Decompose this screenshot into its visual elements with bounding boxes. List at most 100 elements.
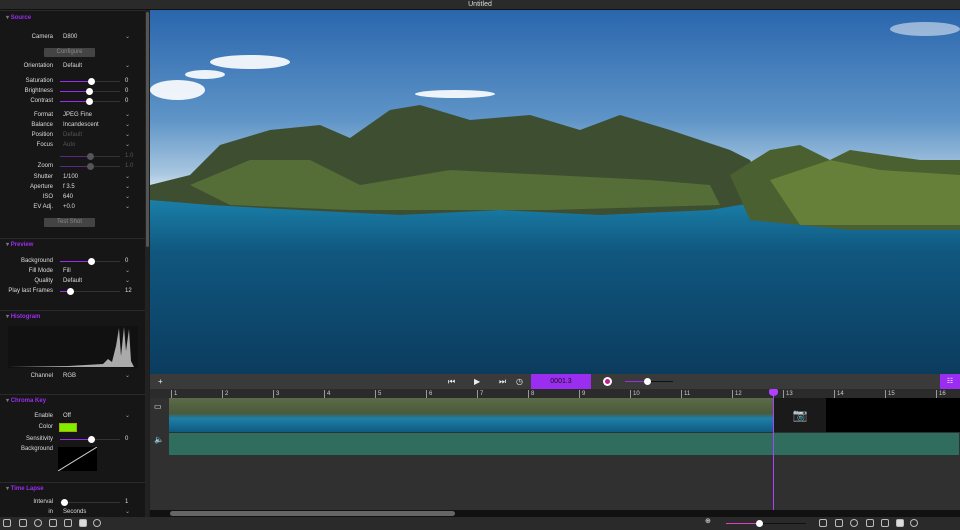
interval-row: Interval 1 — [33, 499, 129, 506]
video-clip[interactable] — [169, 398, 774, 432]
chevron-down-icon: ⌄ — [125, 373, 131, 379]
test-shot-button[interactable]: Test Shot — [44, 218, 95, 227]
playhead[interactable] — [773, 392, 774, 510]
ruler-tick: 2 — [222, 390, 228, 398]
chevron-down-icon: ⌄ — [125, 142, 131, 148]
clapper-icon[interactable] — [896, 519, 904, 527]
skip-back-icon[interactable]: ⏮ — [448, 374, 455, 389]
chevron-down-icon: ⌄ — [125, 413, 131, 419]
color-swatch[interactable] — [59, 423, 77, 432]
transport-bar: + ⏮ ▶ ⏭ ◷ 0001.3 ☷ — [150, 374, 960, 389]
focus-slider[interactable] — [60, 153, 120, 160]
chevron-down-icon: ⌄ — [125, 112, 131, 118]
ruler-tick: 8 — [528, 390, 534, 398]
video-icon[interactable] — [19, 519, 27, 527]
ruler-tick: 5 — [375, 390, 381, 398]
time-lapse-header[interactable]: Time Lapse — [6, 485, 44, 492]
clapper-icon[interactable] — [79, 519, 87, 527]
sensitivity-row: Sensitivity 0 — [25, 436, 129, 443]
contrast-row: Contrast 0 — [30, 98, 129, 105]
chroma-background-well[interactable] — [58, 447, 97, 471]
channel-select[interactable]: Channel RGB ⌄ — [0, 372, 145, 381]
settings-icon[interactable] — [910, 519, 918, 527]
focus-slider-row: 1.0 — [0, 152, 145, 161]
timeline-tracks: ▭ 📷 🔈 — [150, 398, 960, 510]
chevron-down-icon: ⌄ — [125, 204, 131, 210]
sidebar-scroll-thumb[interactable] — [146, 12, 149, 247]
play-last-slider[interactable] — [60, 288, 120, 295]
timeline-options-button[interactable]: ☷ — [940, 374, 960, 389]
ruler-tick: 16 — [936, 390, 946, 398]
source-header[interactable]: Source — [6, 14, 31, 21]
format-select[interactable]: Format JPEG Fine ⌄ — [0, 111, 145, 120]
settings-icon[interactable] — [93, 519, 101, 527]
brightness-slider[interactable] — [60, 88, 120, 95]
chevron-down-icon: ⌄ — [125, 278, 131, 284]
sensitivity-slider[interactable] — [60, 436, 120, 443]
monitor-icon[interactable] — [49, 519, 57, 527]
ruler-tick: 9 — [579, 390, 585, 398]
ruler-tick: 4 — [324, 390, 330, 398]
contrast-slider[interactable] — [60, 98, 120, 105]
chroma-key-header[interactable]: Chroma Key — [6, 397, 46, 404]
timeline-zoom-slider[interactable] — [726, 520, 806, 527]
orientation-select[interactable]: Orientation Default ⌄ — [0, 62, 145, 71]
layers-icon[interactable] — [881, 519, 889, 527]
preview-section: Preview Background0 Fill ModeFill⌄ Quali… — [0, 238, 145, 310]
play-icon[interactable]: ▶ — [474, 374, 480, 389]
zoom-slider[interactable] — [60, 163, 120, 170]
eye-icon[interactable] — [850, 519, 858, 527]
chevron-down-icon: ⌄ — [125, 132, 131, 138]
configure-button[interactable]: Configure — [44, 48, 95, 57]
camera-select[interactable]: Camera D800 ⌄ — [0, 33, 145, 42]
layers-icon[interactable] — [64, 519, 72, 527]
iso-select[interactable]: ISO 640 ⌄ — [0, 193, 145, 202]
zoom-icon[interactable]: ⊕ — [705, 514, 711, 529]
frame-counter[interactable]: 0001.3 — [531, 374, 591, 389]
timeline-scroll-thumb[interactable] — [170, 511, 455, 516]
play-last-row: Play last Frames 12 — [8, 288, 132, 295]
fill-mode-select[interactable]: Fill Mode Fill ⌄ — [0, 267, 145, 276]
time-lapse-section: Time Lapse Interval1 inSeconds⌄ — [0, 482, 145, 517]
background-row: Background 0 — [20, 258, 129, 265]
position-select[interactable]: Position Default ⌄ — [0, 131, 145, 140]
audio-clip[interactable] — [169, 433, 959, 455]
camera-icon[interactable]: 📷 — [774, 398, 826, 432]
ev-select[interactable]: EV Adj. +0.0 ⌄ — [0, 203, 145, 212]
shutter-select[interactable]: Shutter 1/100 ⌄ — [0, 173, 145, 182]
add-track-button[interactable]: + — [158, 374, 163, 389]
ruler-tick: 15 — [885, 390, 895, 398]
preview-header[interactable]: Preview — [6, 241, 34, 248]
timeline-ruler[interactable]: 1 2 3 4 5 6 7 8 9 10 11 12 13 14 15 16 — [150, 389, 960, 398]
chevron-down-icon: ⌄ — [125, 34, 131, 40]
chevron-down-icon: ⌄ — [125, 184, 131, 190]
ruler-tick: 14 — [834, 390, 844, 398]
chroma-key-section: Chroma Key EnableOff⌄ Color Sensitivity0… — [0, 394, 145, 482]
eye-icon[interactable] — [34, 519, 42, 527]
video-icon[interactable] — [835, 519, 843, 527]
interval-unit-select[interactable]: in Seconds ⌄ — [0, 507, 145, 517]
bottom-toolbar: ⊕ — [0, 517, 960, 530]
speed-slider[interactable] — [625, 378, 673, 385]
camera-icon[interactable] — [819, 519, 827, 527]
clock-icon[interactable]: ◷ — [516, 374, 523, 389]
monitor-icon[interactable] — [866, 519, 874, 527]
enable-select[interactable]: Enable Off ⌄ — [0, 412, 145, 421]
chevron-down-icon: ⌄ — [125, 122, 131, 128]
source-section: Source CameraD800⌄ Configure Orientation… — [0, 10, 145, 238]
quality-select[interactable]: Quality Default ⌄ — [0, 277, 145, 286]
saturation-slider[interactable] — [60, 78, 120, 85]
ruler-tick: 13 — [783, 390, 793, 398]
aperture-select[interactable]: Aperture f 3.5 ⌄ — [0, 183, 145, 192]
color-row: Color — [0, 423, 145, 432]
chevron-down-icon: ⌄ — [125, 268, 131, 274]
camera-icon[interactable] — [3, 519, 11, 527]
balance-select[interactable]: Balance Incandescent ⌄ — [0, 121, 145, 130]
focus-select[interactable]: Focus Auto ⌄ — [0, 141, 145, 150]
histogram-header[interactable]: Histogram — [6, 313, 41, 320]
interval-slider[interactable] — [60, 499, 120, 506]
record-button[interactable] — [603, 377, 612, 386]
empty-clip-area — [826, 398, 960, 432]
skip-forward-icon[interactable]: ⏭ — [499, 374, 506, 389]
background-slider[interactable] — [60, 258, 120, 265]
